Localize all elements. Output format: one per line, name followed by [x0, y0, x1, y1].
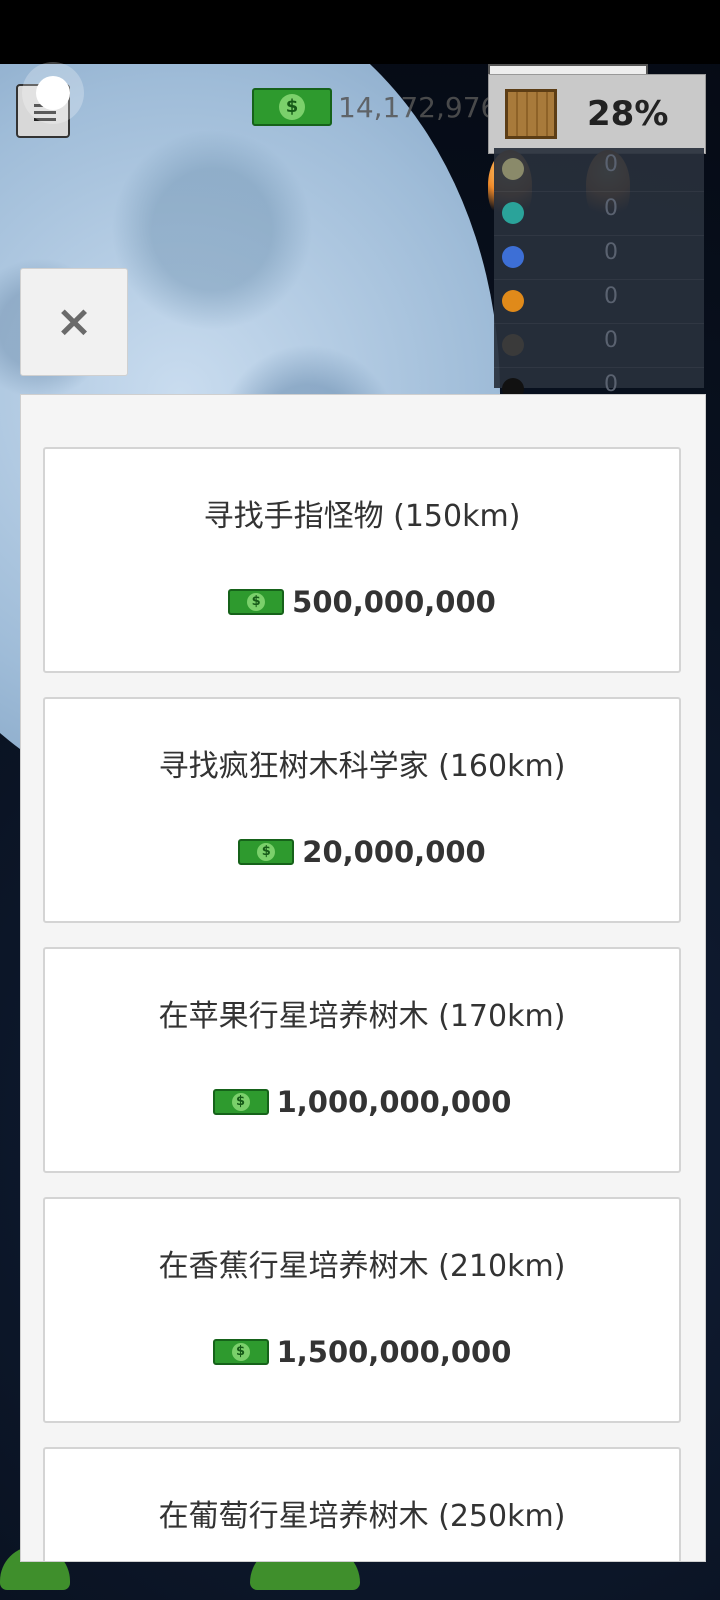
inventory-count: 0 [604, 240, 618, 265]
mission-card[interactable]: 寻找疯狂树木科学家 (160km) $ 20,000,000 [43, 697, 681, 923]
inventory-row: 0 [494, 236, 704, 280]
blue-apple-icon [502, 246, 524, 268]
mission-price-amount: 1,000,000,000 [276, 1085, 512, 1119]
apple-icon [502, 158, 524, 180]
missions-panel: 寻找手指怪物 (150km) $ 500,000,000 寻找疯狂树木科学家 (… [20, 394, 706, 1562]
mission-title: 寻找疯狂树木科学家 (160km) [158, 749, 566, 784]
mission-title: 在苹果行星培养树木 (170km) [158, 999, 566, 1034]
money-amount: 14,172,976 [338, 90, 499, 124]
money-bill-icon: $ [212, 1089, 269, 1115]
money-bill-icon: $ [228, 589, 285, 615]
touch-dot [36, 76, 70, 110]
money-display: $ 14,172,976 [252, 88, 498, 126]
mission-price-amount: 1,500,000,000 [276, 1335, 512, 1369]
crate-icon [505, 89, 557, 139]
inventory-row: 0 [494, 280, 704, 324]
fruit-inventory: 0 0 0 0 0 0 [494, 148, 704, 412]
mission-card[interactable]: 寻找手指怪物 (150km) $ 500,000,000 [43, 447, 681, 673]
dark-fruit-icon [502, 334, 524, 356]
status-bar [0, 0, 720, 64]
close-button[interactable]: × [20, 268, 128, 376]
inventory-row: 0 [494, 192, 704, 236]
mission-card[interactable]: 在葡萄行星培养树木 (250km) [43, 1447, 681, 1561]
money-bill-icon: $ [252, 88, 332, 126]
inventory-count: 0 [604, 284, 618, 309]
mission-price: $ 1,000,000,000 [45, 1085, 679, 1119]
inventory-count: 0 [604, 328, 618, 353]
inventory-row: 0 [494, 324, 704, 368]
mission-title: 在香蕉行星培养树木 (210km) [158, 1249, 566, 1284]
mission-price: $ 20,000,000 [45, 835, 679, 869]
inventory-count: 0 [604, 196, 618, 221]
mission-title: 寻找手指怪物 (150km) [203, 499, 521, 534]
mission-price: $ 500,000,000 [45, 585, 679, 619]
progress-percent: 28% [587, 94, 669, 134]
mission-price-amount: 500,000,000 [292, 585, 496, 619]
touch-indicator [22, 62, 84, 124]
inventory-count: 0 [604, 152, 618, 177]
inventory-row: 0 [494, 148, 704, 192]
mission-card[interactable]: 在香蕉行星培养树木 (210km) $ 1,500,000,000 [43, 1197, 681, 1423]
close-icon: × [55, 296, 93, 347]
mission-price: $ 1,500,000,000 [45, 1335, 679, 1369]
progress-panel[interactable]: 28% [488, 74, 706, 154]
teal-fruit-icon [502, 202, 524, 224]
mission-price-amount: 20,000,000 [302, 835, 486, 869]
mission-card[interactable]: 在苹果行星培养树木 (170km) $ 1,000,000,000 [43, 947, 681, 1173]
money-bill-icon: $ [238, 839, 295, 865]
orange-fruit-icon [502, 290, 524, 312]
money-bill-icon: $ [212, 1339, 269, 1365]
mission-title: 在葡萄行星培养树木 (250km) [158, 1499, 566, 1534]
